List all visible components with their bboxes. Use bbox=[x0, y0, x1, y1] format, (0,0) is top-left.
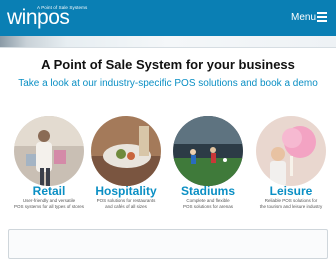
category-description: Reliable POS solutions for the tourism a… bbox=[259, 198, 323, 209]
hospitality-image[interactable] bbox=[91, 116, 161, 186]
category-title[interactable]: Leisure bbox=[253, 184, 329, 198]
content-card bbox=[8, 229, 328, 259]
logo-wordmark: winpos bbox=[7, 6, 70, 29]
menu-button-label[interactable]: Menu bbox=[291, 12, 316, 23]
retail-image[interactable] bbox=[14, 116, 84, 186]
category-stadiums[interactable]: Stadiums Complete and flexible POS solut… bbox=[170, 116, 246, 210]
winpos-logo[interactable]: A Point of Sale Systems winpos bbox=[7, 5, 107, 31]
category-description: POS solutions for restaurants and cafés … bbox=[96, 198, 156, 209]
category-description: User-friendly and versatile POS systems … bbox=[13, 198, 85, 209]
category-title[interactable]: Stadiums bbox=[170, 184, 246, 198]
category-hospitality[interactable]: Hospitality POS solutions for restaurant… bbox=[88, 116, 164, 210]
hero-banner-image bbox=[0, 36, 336, 48]
stadiums-image[interactable] bbox=[173, 116, 243, 186]
category-retail[interactable]: Retail User-friendly and versatile POS s… bbox=[11, 116, 87, 210]
page-subheadline: Take a look at our industry-specific POS… bbox=[18, 78, 318, 89]
category-title[interactable]: Hospitality bbox=[88, 184, 164, 198]
page-headline: A Point of Sale System for your business bbox=[41, 57, 295, 72]
category-description: Complete and flexible POS solutions for … bbox=[182, 198, 234, 209]
category-leisure[interactable]: Leisure Reliable POS solutions for the t… bbox=[253, 116, 329, 210]
hamburger-icon[interactable] bbox=[317, 12, 327, 22]
leisure-image[interactable] bbox=[256, 116, 326, 186]
site-header: A Point of Sale Systems winpos Menu bbox=[0, 0, 336, 36]
category-title[interactable]: Retail bbox=[11, 184, 87, 198]
